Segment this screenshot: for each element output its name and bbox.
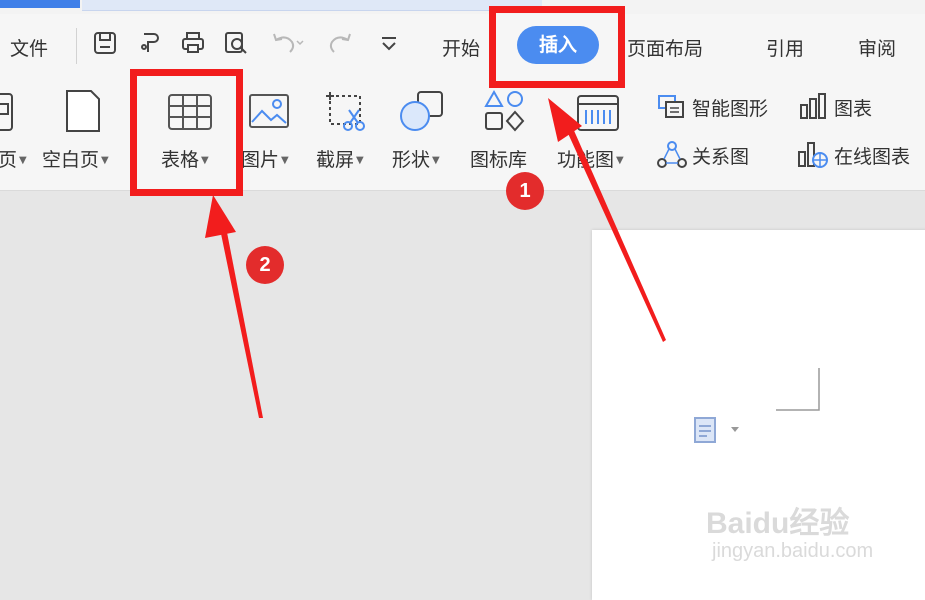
paste-options-icon[interactable]: [692, 414, 746, 446]
watermark-url: jingyan.baidu.com: [712, 540, 874, 562]
dropdown-caret-icon: ▼: [281, 155, 289, 166]
ribbon-blank-page-label[interactable]: 空白页 ▼: [42, 145, 109, 172]
dropdown-caret-icon: ▼: [101, 155, 109, 166]
highlight-table-button: [130, 69, 243, 196]
smart-art-label[interactable]: 智能图形: [692, 94, 768, 121]
function-chart-icon[interactable]: [574, 90, 622, 134]
highlight-insert-tab: [489, 6, 625, 88]
picture-icon[interactable]: [247, 92, 291, 132]
document-tab-bar: [82, 0, 542, 11]
step-badge-2: 2: [246, 246, 284, 284]
menu-separator: [76, 28, 77, 64]
watermark-brand: Baidu经验: [706, 507, 850, 540]
ribbon-icon-library-label[interactable]: 图标库: [470, 145, 527, 172]
customize-toolbar-icon[interactable]: [376, 30, 402, 56]
menu-file[interactable]: 文件: [10, 34, 48, 61]
cover-page-icon[interactable]: [0, 90, 18, 134]
icon-library-icon[interactable]: [482, 88, 528, 134]
tab-review[interactable]: 审阅: [858, 34, 896, 61]
relation-chart-icon[interactable]: [656, 140, 688, 170]
redo-icon[interactable]: [328, 30, 354, 56]
dropdown-caret-icon: ▼: [19, 155, 27, 166]
online-chart-icon[interactable]: [796, 138, 830, 170]
ribbon-screenshot-label[interactable]: 截屏 ▼: [316, 145, 364, 172]
dropdown-caret-icon: ▼: [616, 155, 624, 166]
tab-page-layout[interactable]: 页面布局: [627, 34, 703, 61]
chart-icon[interactable]: [798, 91, 828, 121]
format-painter-icon[interactable]: [138, 30, 164, 56]
dropdown-caret-icon: ▼: [432, 155, 440, 166]
step-badge-1: 1: [506, 172, 544, 210]
title-bar-strip: [0, 0, 925, 14]
undo-icon[interactable]: [270, 30, 306, 56]
document-tab-active[interactable]: [0, 0, 80, 8]
shapes-icon[interactable]: [398, 88, 448, 134]
print-icon[interactable]: [180, 30, 206, 56]
tab-home[interactable]: 开始: [442, 34, 480, 61]
arrow-2-head: [205, 195, 236, 238]
chart-label[interactable]: 图表: [834, 94, 872, 121]
print-preview-icon[interactable]: [223, 30, 249, 56]
relation-chart-label[interactable]: 关系图: [692, 142, 749, 169]
save-icon[interactable]: [92, 30, 118, 56]
tab-references[interactable]: 引用: [766, 34, 804, 61]
online-chart-label[interactable]: 在线图表: [834, 142, 910, 169]
ribbon-function-chart-label[interactable]: 功能图 ▼: [557, 145, 624, 172]
smart-art-icon[interactable]: [656, 92, 686, 120]
margin-corner-mark: [776, 368, 820, 411]
ribbon-cover-page-label[interactable]: 页 ▼: [0, 145, 27, 172]
blank-page-icon[interactable]: [62, 88, 104, 134]
ribbon-shapes-label[interactable]: 形状 ▼: [392, 145, 440, 172]
screenshot-icon[interactable]: [322, 88, 370, 134]
ribbon-picture-label[interactable]: 图片 ▼: [241, 145, 289, 172]
dropdown-caret-icon: ▼: [356, 155, 364, 166]
